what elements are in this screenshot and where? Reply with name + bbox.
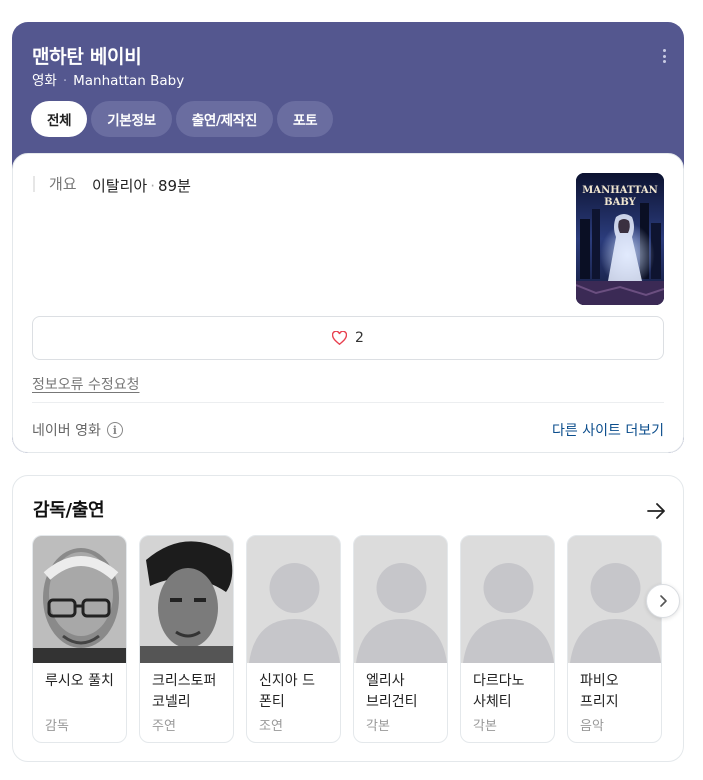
movie-info-body: 개요 이탈리아 · 89분 MANHATTAN BABY 2 정보오류 수정요청… — [12, 153, 684, 453]
source-label: 네이버 영화 — [32, 423, 101, 439]
tab-all[interactable]: 전체 — [31, 101, 88, 137]
source-info: 네이버 영화 i — [32, 420, 123, 440]
person-card[interactable]: 다르다노 사체티 각본 — [460, 535, 555, 743]
movie-info-card: 맨하탄 베이비 영화 · Manhattan Baby 전체 기본정보 출연/제작진… — [12, 22, 684, 453]
person-role: 각본 — [366, 719, 390, 734]
overview-label: 개요 — [33, 176, 77, 192]
separator: · — [62, 73, 68, 89]
tab-photo[interactable]: 포토 — [276, 101, 334, 137]
person-card[interactable]: 신지아 드 폰티 조연 — [246, 535, 341, 743]
people-list: 루시오 풀치 감독 크리스토퍼 코넬리 주연 신지아 드 폰티 조연 엘리사 브… — [32, 535, 662, 743]
person-role: 각본 — [473, 719, 497, 734]
overview-value: 이탈리아 · 89분 — [92, 175, 191, 196]
cast-crew-card: 감독/출연 루시오 풀치 감독 크리스토퍼 코넬리 주연 신지아 드 폰티 조연… — [12, 475, 684, 762]
person-role: 감독 — [45, 719, 69, 734]
like-button[interactable]: 2 — [32, 316, 664, 360]
divider — [32, 402, 664, 403]
person-name: 엘리사 브리건티 — [366, 673, 418, 710]
like-count: 2 — [355, 330, 364, 346]
person-card[interactable]: 크리스토퍼 코넬리 주연 — [139, 535, 234, 743]
tab-cast-crew[interactable]: 출연/제작진 — [175, 101, 273, 137]
chevron-right-icon — [660, 595, 667, 607]
movie-original-title: Manhattan Baby — [73, 73, 185, 89]
person-photo — [33, 536, 126, 663]
avatar-placeholder-icon — [461, 536, 554, 663]
country: 이탈리아 — [92, 177, 148, 195]
movie-subtitle: 영화 · Manhattan Baby — [32, 69, 184, 89]
movie-header: 맨하탄 베이비 영화 · Manhattan Baby 전체 기본정보 출연/제작진… — [12, 22, 684, 162]
person-name: 파비오 프리지 — [580, 673, 619, 710]
person-name: 루시오 풀치 — [45, 673, 114, 689]
report-error-link[interactable]: 정보오류 수정요청 — [32, 374, 140, 394]
person-name: 신지아 드 폰티 — [259, 673, 315, 710]
other-sites-link[interactable]: 다른 사이트 더보기 — [552, 420, 664, 440]
movie-poster[interactable]: MANHATTAN BABY — [576, 173, 664, 305]
poster-title-line1: MANHATTAN — [582, 185, 658, 196]
person-role: 주연 — [152, 719, 176, 734]
runtime: 89분 — [157, 177, 191, 195]
arrow-right-icon[interactable] — [645, 500, 667, 522]
more-options-icon[interactable] — [656, 46, 672, 66]
movie-category: 영화 — [32, 73, 57, 89]
person-photo — [140, 536, 233, 663]
avatar-placeholder-icon — [354, 536, 447, 663]
info-icon[interactable]: i — [106, 422, 123, 438]
avatar-placeholder-icon — [247, 536, 340, 663]
section-title[interactable]: 감독/출연 — [33, 496, 105, 522]
person-role: 음악 — [580, 719, 604, 734]
person-role: 조연 — [259, 719, 283, 734]
poster-title-line2: BABY — [604, 197, 636, 208]
person-card[interactable]: 엘리사 브리건티 각본 — [353, 535, 448, 743]
person-name: 다르다노 사체티 — [473, 673, 525, 710]
tab-bar: 전체 기본정보 출연/제작진 포토 — [31, 101, 334, 137]
separator: · — [150, 177, 155, 195]
person-card[interactable]: 파비오 프리지 음악 — [567, 535, 662, 743]
tab-basic-info[interactable]: 기본정보 — [91, 101, 172, 137]
person-name: 크리스토퍼 코넬리 — [152, 673, 217, 710]
carousel-next-button[interactable] — [646, 584, 680, 618]
movie-title[interactable]: 맨하탄 베이비 — [32, 42, 142, 69]
heart-icon — [332, 331, 348, 345]
person-card[interactable]: 루시오 풀치 감독 — [32, 535, 127, 743]
